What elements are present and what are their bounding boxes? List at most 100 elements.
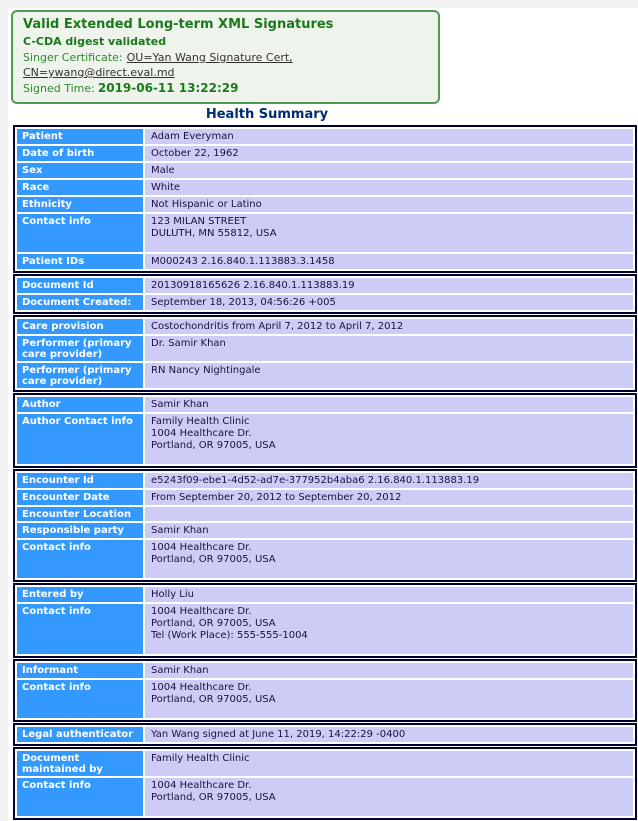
row-label: Ethnicity [17,197,143,212]
signed-time-line: Signed Time: 2019-06-11 13:22:29 [23,81,428,96]
row-label: Performer (primary care provider) [17,336,143,361]
value-line: Tel (Work Place): 555-555-1004 [151,630,308,641]
value-line: Yan Wang signed at June 11, 2019, 14:22:… [151,729,406,740]
row-label: Encounter Id [17,473,143,488]
row-value: White [145,180,633,195]
row-label: Contact info [17,214,143,252]
value-line: DULUTH, MN 55812, USA [151,228,277,239]
table-row: Sex Male [17,163,633,178]
row-label: Author [17,397,143,412]
row-label: Encounter Date [17,490,143,505]
row-label: Sex [17,163,143,178]
value-line: Samir Khan [151,665,209,676]
value-line: 123 MILAN STREET [151,216,247,227]
row-value: Family Health Clinic 1004 Healthcare Dr. P… [145,414,633,464]
row-label: Date of birth [17,146,143,161]
row-label: Informant [17,663,143,678]
row-value: Adam Everyman [145,129,633,144]
row-value: Costochondritis from April 7, 2012 to Ap… [145,319,633,334]
banner-title: Valid Extended Long-term XML Signatures [23,17,334,32]
value-line: Portland, OR 97005, USA [151,554,276,565]
row-value: September 18, 2013, 04:56:26 +005 [145,295,633,310]
row-value: 1004 Healthcare Dr. Portland, OR 97005, U… [145,680,633,718]
row-label: Performer (primary care provider) [17,363,143,388]
value-line: White [151,182,181,193]
table-row: Author Samir Khan [17,397,633,412]
table-row: Race White [17,180,633,195]
value-line: M000243 2.16.840.1.113883.3.1458 [151,256,335,267]
value-line: 1004 Healthcare Dr. [151,606,252,617]
table-row: Responsible party Samir Khan [17,523,633,538]
row-value: Dr. Samir Khan [145,336,633,361]
row-value: M000243 2.16.840.1.113883.3.1458 [145,254,633,269]
value-line: 1004 Healthcare Dr. [151,542,252,553]
value-line: Family Health Clinic [151,753,250,764]
table-row: Patient IDs M000243 2.16.840.1.113883.3.1… [17,254,633,269]
table-row: Legal authenticator Yan Wang signed at Ju… [17,727,633,742]
row-label: Contact info [17,540,143,578]
row-value: 123 MILAN STREET DULUTH, MN 55812, USA [145,214,633,252]
table-row: Contact info 1004 Healthcare Dr. Portland,… [17,778,633,816]
value-line: Samir Khan [151,399,209,410]
certificate-line: Singer Certificate: OU=Yan Wang Signature… [23,50,428,80]
value-line: e5243f09-ebe1-4d52-ad7e-377952b4aba6 2.1… [151,475,480,486]
table-row: Entered by Holly Liu [17,587,633,602]
table-row: Document maintained by Family Health Clin… [17,751,633,776]
summary-table-group-5: Entered by Holly Liu Contact info 1004 Heal… [13,583,637,658]
row-value: RN Nancy Nightingale [145,363,633,388]
value-line: Dr. Samir Khan [151,338,226,349]
table-row: Date of birth October 22, 1962 [17,146,633,161]
row-value: Samir Khan [145,523,633,538]
value-line: Costochondritis from April 7, 2012 to Ap… [151,321,404,332]
row-value [145,507,633,521]
value-line: 20130918165626 2.16.840.1.113883.19 [151,280,355,291]
row-label: Document maintained by [17,751,143,776]
summary-table-group-6: Informant Samir Khan Contact info 1004 Heal… [13,659,637,722]
value-line: 1004 Healthcare Dr. [151,682,252,693]
table-row: Document Created: September 18, 2013, 04:… [17,295,633,310]
row-value: Samir Khan [145,397,633,412]
row-label: Encounter Location [17,507,143,521]
summary-table-group-8: Document maintained by Family Health Clin… [13,747,637,820]
row-value: Holly Liu [145,587,633,602]
summary-table-group-0: Patient Adam Everyman Date of birth October… [13,125,637,273]
row-label: Document Id [17,278,143,293]
table-row: Ethnicity Not Hispanic or Latino [17,197,633,212]
table-row: Author Contact info Family Health Clinic 1… [17,414,633,464]
summary-tables: Patient Adam Everyman Date of birth October… [13,125,638,820]
row-label: Contact info [17,680,143,718]
value-line: Holly Liu [151,589,194,600]
value-line: Adam Everyman [151,131,234,142]
value-line: Portland, OR 97005, USA [151,618,276,629]
value-line: September 18, 2013, 04:56:26 +005 [151,297,336,308]
table-row: Encounter Date From September 20, 2012 to… [17,490,633,505]
value-line: 1004 Healthcare Dr. [151,428,252,439]
row-value: 1004 Healthcare Dr. Portland, OR 97005, U… [145,604,633,654]
table-row: Document Id 20130918165626 2.16.840.1.113… [17,278,633,293]
table-row: Informant Samir Khan [17,663,633,678]
row-label: Entered by [17,587,143,602]
table-row: Encounter Location [17,507,633,521]
table-row: Contact info 1004 Healthcare Dr. Portland,… [17,540,633,578]
row-value: 1004 Healthcare Dr. Portland, OR 97005, U… [145,778,633,816]
value-line: Male [151,165,175,176]
table-row: Contact info 1004 Healthcare Dr. Portland,… [17,680,633,718]
summary-table-group-7: Legal authenticator Yan Wang signed at Ju… [13,723,637,746]
table-row: Contact info 123 MILAN STREET DULUTH, MN 5… [17,214,633,252]
row-value: 1004 Healthcare Dr. Portland, OR 97005, U… [145,540,633,578]
row-value: Samir Khan [145,663,633,678]
value-line: From September 20, 2012 to September 20,… [151,492,402,503]
row-label: Contact info [17,778,143,816]
value-line: October 22, 1962 [151,148,239,159]
table-row: Encounter Id e5243f09-ebe1-4d52-ad7e-3779… [17,473,633,488]
table-row: Contact info 1004 Healthcare Dr. Portland,… [17,604,633,654]
row-value: Not Hispanic or Latino [145,197,633,212]
value-line: Not Hispanic or Latino [151,199,262,210]
row-label: Legal authenticator [17,727,143,742]
row-label: Patient IDs [17,254,143,269]
row-label: Care provision [17,319,143,334]
value-line: RN Nancy Nightingale [151,365,261,376]
summary-table-group-2: Care provision Costochondritis from April… [13,315,637,392]
signed-time-value: 2019-06-11 13:22:29 [97,81,239,95]
row-value: e5243f09-ebe1-4d52-ad7e-377952b4aba6 2.1… [145,473,633,488]
